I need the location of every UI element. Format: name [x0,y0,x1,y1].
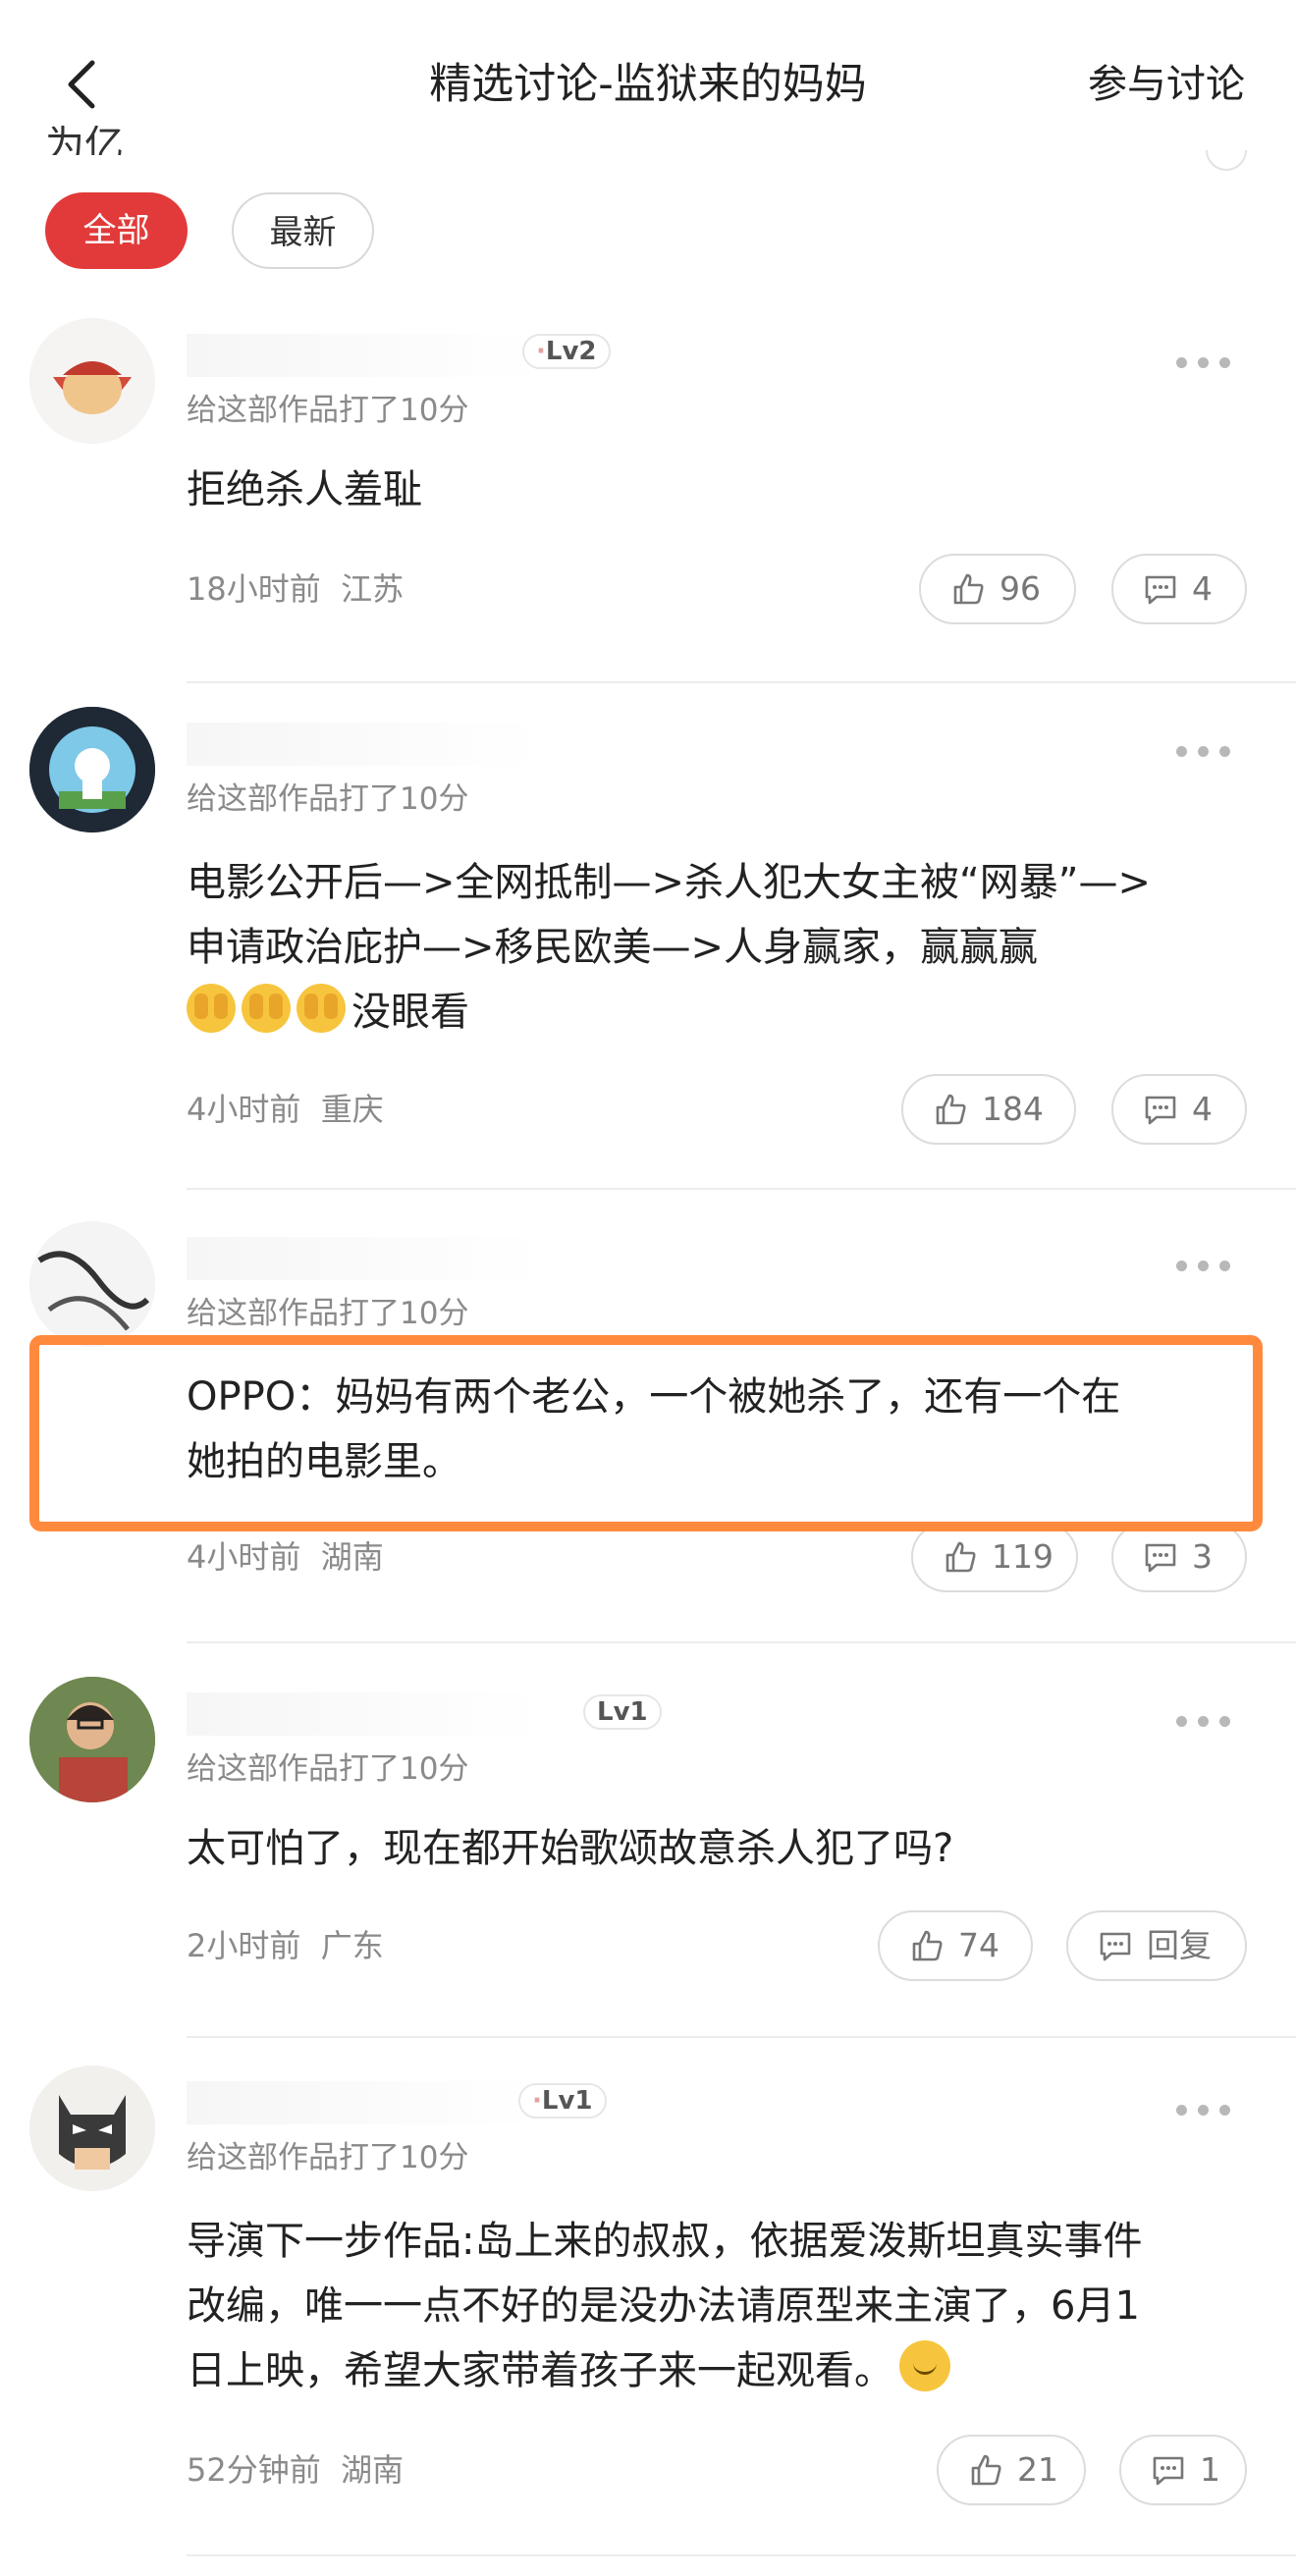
comment-bubble-icon [1153,2456,1184,2486]
cropped-header-text: 为亿 [45,126,124,155]
thumbs-up-icon [912,1930,943,1961]
tab-latest[interactable]: 最新 [232,192,374,269]
comment-text: 太可怕了，现在都开始歌颂故意杀人犯了吗? [187,1826,954,1871]
comment-item: 给这部作品打了10分 电影公开后—>全网抵制—>杀人犯大女主被“网暴”—> 申请… [0,703,1296,1223]
level-badge: ·Lv2 [522,334,611,369]
rating-text: 给这部作品打了10分 [187,1296,469,1331]
divider [187,681,1296,683]
see-no-evil-emoji-icon [242,984,291,1033]
comment-item: ·Lv1 给这部作品打了10分 导演下一步作品:岛上来的叔叔，依据爱泼斯坦真实事… [0,2062,1296,2572]
comment-bubble-icon [1145,575,1176,605]
comment-bubble-icon [1145,1543,1176,1573]
thumbs-up-icon [953,573,984,605]
comment-text: 电影公开后—>全网抵制—>杀人犯大女主被“网暴”—> 申请政治庇护—>移民欧美—… [187,860,1151,1035]
username[interactable] [187,1692,540,1736]
like-button[interactable]: 21 [937,2435,1086,2505]
comment-time: 4小时前 [187,1091,301,1128]
user-avatar[interactable] [29,1677,155,1802]
rating-text: 给这部作品打了10分 [187,781,469,817]
like-button[interactable]: 74 [878,1910,1033,1981]
comment-item: 给这部作品打了10分 OPPO：妈妈有两个老公，一个被她杀了，还有一个在 她拍的… [0,1217,1296,1649]
comment-location: 江苏 [341,570,405,608]
comment-time: 52分钟前 [187,2451,321,2489]
level-badge: Lv1 [583,1694,662,1730]
user-avatar[interactable] [29,707,155,832]
comment-meta: 4小时前 湖南 [187,1535,384,1579]
cropped-circle-icon [1206,150,1247,171]
rating-text: 给这部作品打了10分 [187,393,469,428]
reply-count: 4 [1192,569,1213,608]
user-avatar[interactable] [29,318,155,444]
reply-button[interactable]: 1 [1119,2435,1247,2505]
reply-label: 回复 [1147,1926,1212,1964]
like-count: 21 [1017,2450,1058,2489]
reply-count: 1 [1200,2450,1220,2489]
comment-text: 导演下一步作品:岛上来的叔叔，依据爱泼斯坦真实事件 改编，唯一一点不好的是没办法… [187,2219,1143,2393]
more-options-icon[interactable] [1176,351,1233,371]
more-options-icon[interactable] [1176,1710,1233,1730]
reply-button[interactable]: 3 [1111,1522,1247,1592]
reply-button[interactable]: 回复 [1066,1910,1247,1981]
more-options-icon[interactable] [1176,740,1233,760]
tab-all[interactable]: 全部 [45,192,188,269]
upside-down-smile-emoji-icon [899,2340,950,2391]
user-avatar[interactable] [29,2066,155,2191]
thumbs-up-icon [971,2454,1001,2486]
comment-location: 湖南 [320,1538,384,1576]
like-count: 184 [982,1090,1044,1128]
reply-button[interactable]: 4 [1111,1074,1247,1145]
more-options-icon[interactable] [1176,1255,1233,1274]
see-no-evil-emoji-icon [187,984,236,1033]
divider [187,2036,1296,2038]
more-options-icon[interactable] [1176,2099,1233,2119]
like-count: 96 [999,569,1041,608]
username[interactable] [187,723,540,766]
comment-bubble-icon [1100,1932,1131,1961]
reply-count: 3 [1192,1537,1213,1576]
like-button[interactable]: 119 [911,1522,1078,1592]
username[interactable] [187,1237,540,1280]
reply-count: 4 [1192,1090,1213,1128]
divider [187,2554,1296,2556]
comment-meta: 2小时前 广东 [187,1924,384,1967]
rating-text: 给这部作品打了10分 [187,1751,469,1787]
comment-location: 重庆 [320,1091,384,1128]
like-button[interactable]: 184 [901,1074,1076,1145]
rating-text: 给这部作品打了10分 [187,2140,469,2175]
level-badge: ·Lv1 [518,2083,607,2119]
like-button[interactable]: 96 [919,554,1076,624]
divider [187,1188,1296,1190]
thumbs-up-icon [936,1094,966,1125]
username[interactable] [187,2081,540,2124]
user-avatar[interactable] [29,1221,155,1347]
top-bar: 精选讨论-监狱来的妈妈 参与讨论 为亿 [0,0,1296,171]
username[interactable] [187,334,540,377]
comment-item: ·Lv2 给这部作品打了10分 拒绝杀人羞耻 18小时前 江苏 96 4 [0,314,1296,707]
comment-meta: 4小时前 重庆 [187,1088,384,1131]
thumbs-up-icon [945,1541,976,1573]
like-count: 74 [958,1926,999,1964]
comment-item: Lv1 给这部作品打了10分 太可怕了，现在都开始歌颂故意杀人犯了吗? 2小时前… [0,1673,1296,2066]
comment-text: 拒绝杀人羞耻 [187,467,422,512]
comment-meta: 18小时前 江苏 [187,567,404,611]
comment-time: 4小时前 [187,1538,301,1576]
like-count: 119 [992,1537,1053,1576]
comment-location: 湖南 [341,2451,405,2489]
comment-time: 18小时前 [187,570,321,608]
join-discussion-button[interactable]: 参与讨论 [1088,57,1245,112]
comment-text: OPPO：妈妈有两个老公，一个被她杀了，还有一个在 她拍的电影里。 [187,1374,1121,1484]
comment-bubble-icon [1145,1096,1176,1125]
see-no-evil-emoji-icon [297,984,346,1033]
reply-button[interactable]: 4 [1111,554,1247,624]
divider [187,1641,1296,1643]
comment-meta: 52分钟前 湖南 [187,2448,404,2492]
comment-location: 广东 [320,1927,384,1964]
comment-time: 2小时前 [187,1927,301,1964]
